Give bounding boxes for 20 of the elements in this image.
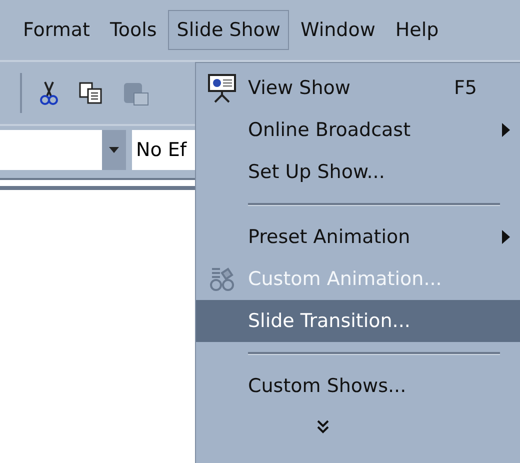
menu-bar-item[interactable]: Help [386,10,448,50]
menu-bar-item[interactable]: Format [14,10,99,50]
menu-item[interactable]: View Show F5 [196,67,520,109]
menu-item[interactable]: Online Broadcast [196,109,520,151]
menu-bar-item[interactable]: Window [291,10,384,50]
shortcut-label: F5 [454,77,478,99]
animation-icon [208,265,236,293]
menu-item[interactable]: Set Up Show... [196,151,520,193]
dropdown-arrow-icon [109,147,119,153]
effect-field[interactable]: No Ef [132,130,195,170]
menu-bar-item[interactable]: Tools [100,10,166,50]
menu-item[interactable]: Preset Animation [196,216,520,258]
projector-screen-icon [207,73,237,103]
menu-item[interactable]: Slide Transition... [196,300,520,342]
menu-item[interactable]: Custom Shows... [196,365,520,407]
copy-icon [78,81,104,105]
scissors-icon [38,80,60,106]
menu-bar-item[interactable]: Slide Show [168,10,290,50]
font-dropdown[interactable] [0,130,126,170]
double-chevron-icon [317,420,329,434]
